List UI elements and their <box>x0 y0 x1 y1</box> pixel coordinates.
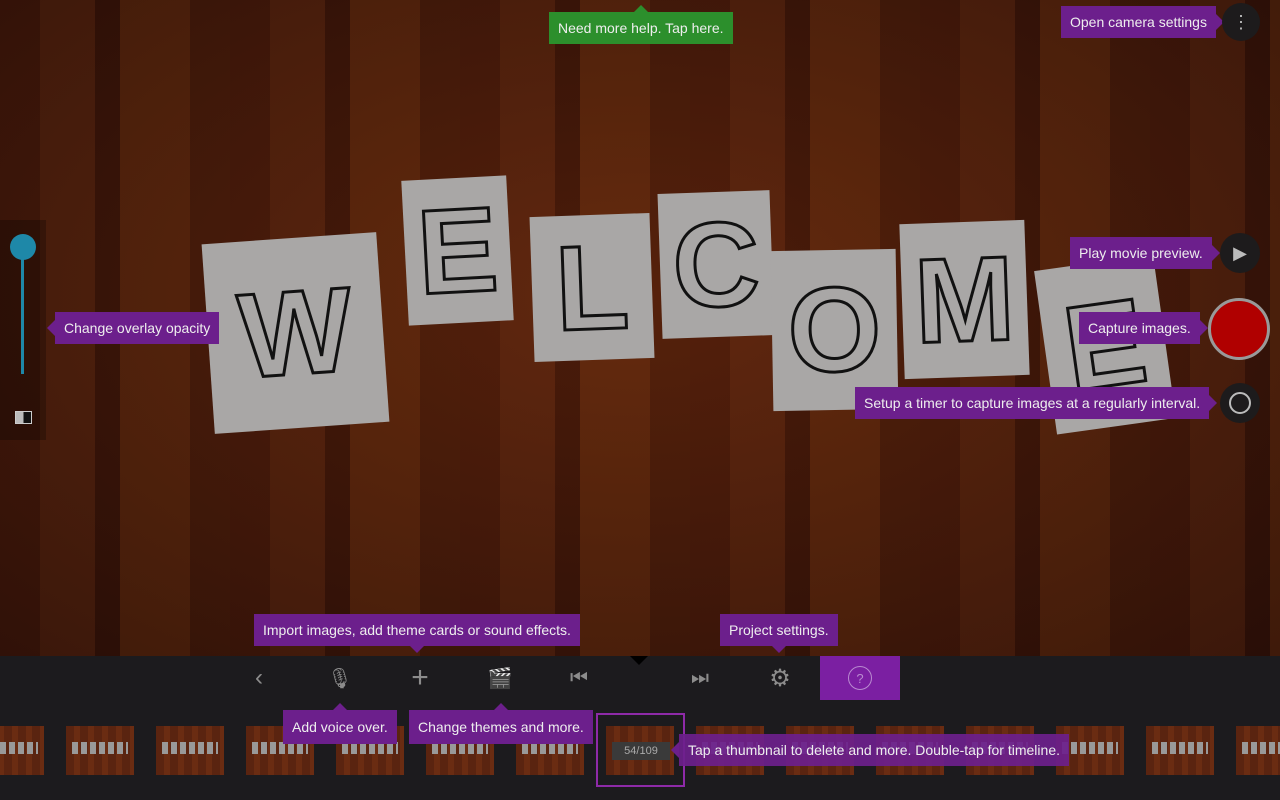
thumbnail[interactable] <box>0 726 44 775</box>
letter: L <box>552 218 633 357</box>
back-button[interactable]: ‹ <box>237 656 281 700</box>
capture-button[interactable] <box>1208 298 1270 360</box>
tooltip-thumbnail: Tap a thumbnail to delete and more. Doub… <box>671 734 1069 766</box>
playhead-marker <box>630 656 648 674</box>
overlay-opacity-slider[interactable] <box>0 220 46 440</box>
letter-card: C <box>657 190 775 339</box>
thumbnail[interactable] <box>1146 726 1214 775</box>
settings-gear-icon[interactable]: ⚙ <box>758 656 802 700</box>
letter: C <box>669 195 763 335</box>
tooltip-project-settings: Project settings. <box>720 614 838 653</box>
help-link[interactable]: Need more help. Tap here. <box>549 5 733 44</box>
tooltip-voice: Add voice over. <box>283 703 397 744</box>
clock-icon <box>1229 392 1251 414</box>
letter-card: M <box>899 219 1030 380</box>
thumbnail[interactable] <box>1236 726 1280 775</box>
clapperboard-icon[interactable]: 🎬 <box>478 656 522 700</box>
play-button[interactable]: ▶ <box>1220 233 1260 273</box>
help-button[interactable]: ? <box>820 656 900 700</box>
tooltip-timer: Setup a timer to capture images at a reg… <box>855 387 1218 419</box>
letter-card: W <box>201 232 390 434</box>
letter-card: L <box>529 212 655 363</box>
tooltip-opacity: Change overlay opacity <box>46 312 220 344</box>
tooltip-capture: Capture images. <box>1079 312 1208 344</box>
more-vert-icon[interactable]: ⋮ <box>1222 3 1260 41</box>
tooltip-themes: Change themes and more. <box>409 703 593 744</box>
toolbar: ‹ 🎙 + 🎬 ⏮ ⏭ ⚙ ? <box>0 656 1280 700</box>
thumbnail[interactable] <box>66 726 134 775</box>
letter: M <box>911 229 1019 369</box>
letter: W <box>233 261 358 406</box>
skip-start-icon[interactable]: ⏮ <box>557 656 601 700</box>
thumbnail[interactable] <box>156 726 224 775</box>
letter: E <box>413 180 503 321</box>
tooltip-import: Import images, add theme cards or sound … <box>254 614 580 653</box>
tooltip-play: Play movie preview. <box>1070 237 1220 269</box>
letter: O <box>785 261 884 400</box>
add-icon[interactable]: + <box>398 656 442 700</box>
timer-button[interactable] <box>1220 383 1260 423</box>
slider-thumb[interactable] <box>10 234 36 260</box>
question-icon: ? <box>848 666 872 690</box>
letter-card: E <box>401 175 514 326</box>
timeline-strip[interactable]: 54/109 <box>0 700 1280 800</box>
tooltip-camera-settings: Open camera settings <box>1061 6 1224 38</box>
microphone-icon[interactable]: 🎙 <box>318 656 362 700</box>
frame-counter: 54/109 <box>612 742 670 760</box>
skip-end-icon[interactable]: ⏭ <box>678 656 722 700</box>
overlay-toggle-icon[interactable] <box>15 411 32 424</box>
